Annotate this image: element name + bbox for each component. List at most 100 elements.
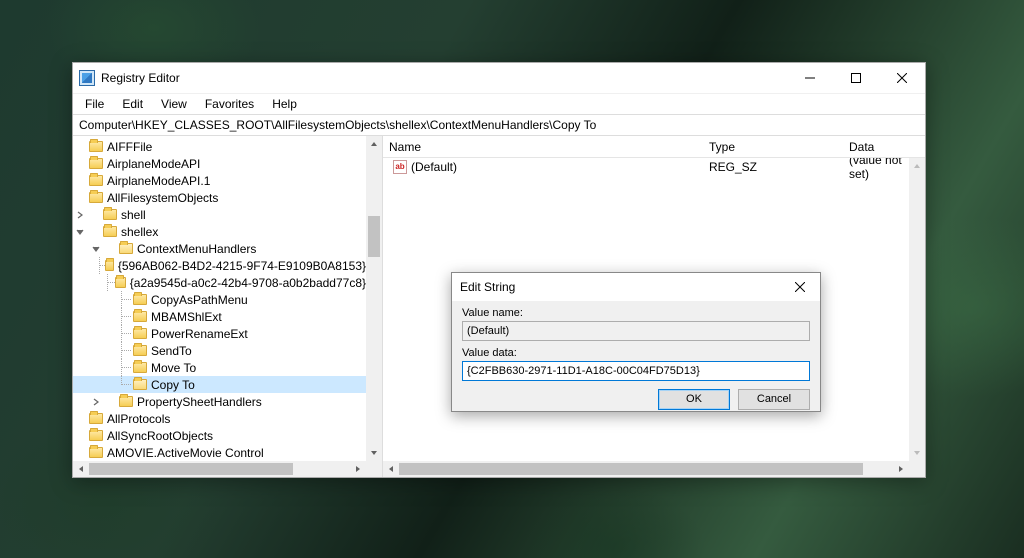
scroll-thumb[interactable] — [89, 463, 293, 475]
address-bar — [73, 114, 925, 136]
value-type: REG_SZ — [703, 160, 843, 174]
tree-item-copyto[interactable]: Copy To — [73, 376, 366, 393]
menu-favorites[interactable]: Favorites — [197, 95, 262, 113]
folder-icon — [115, 277, 125, 288]
scroll-up-button[interactable] — [366, 136, 382, 152]
scroll-up-button[interactable] — [909, 158, 925, 174]
tree-label: AirplaneModeAPI — [107, 157, 200, 171]
minimize-button[interactable] — [787, 63, 833, 93]
folder-icon — [133, 362, 147, 373]
tree-item-copyaspathmenu[interactable]: CopyAsPathMenu — [73, 291, 366, 308]
scroll-thumb[interactable] — [399, 463, 863, 475]
column-name[interactable]: Name — [383, 140, 703, 154]
regedit-icon — [79, 70, 95, 86]
menu-edit[interactable]: Edit — [114, 95, 151, 113]
maximize-button[interactable] — [833, 63, 879, 93]
folder-icon — [103, 209, 117, 220]
tree-label: shellex — [121, 225, 158, 239]
column-data[interactable]: Data — [843, 140, 925, 154]
column-type[interactable]: Type — [703, 140, 843, 154]
scroll-right-button[interactable] — [350, 461, 366, 477]
tree-label: PowerRenameExt — [151, 327, 248, 341]
tree-horizontal-scrollbar[interactable] — [73, 461, 366, 477]
edit-string-dialog: Edit String Value name: (Default) Value … — [451, 272, 821, 412]
scroll-left-button[interactable] — [383, 461, 399, 477]
tree-item-airplanemodeapi[interactable]: AirplaneModeAPI — [73, 155, 366, 172]
list-header: Name Type Data — [383, 136, 925, 158]
tree-label: shell — [121, 208, 146, 222]
value-row-default[interactable]: (Default) REG_SZ (value not set) — [383, 158, 909, 176]
tree-label: PropertySheetHandlers — [137, 395, 262, 409]
tree-item-allfilesystemobjects[interactable]: AllFilesystemObjects — [73, 189, 366, 206]
registry-editor-window: Registry Editor File Edit View Favorites… — [72, 62, 926, 478]
folder-icon — [89, 192, 103, 203]
tree-label: Move To — [151, 361, 196, 375]
tree-pane: AIFFFile AirplaneModeAPI AirplaneModeAPI… — [73, 136, 383, 477]
menu-view[interactable]: View — [153, 95, 195, 113]
tree-item-powerrenameext[interactable]: PowerRenameExt — [73, 325, 366, 342]
window-title: Registry Editor — [101, 71, 180, 85]
folder-icon — [89, 175, 103, 186]
folder-icon — [133, 379, 147, 390]
scroll-right-button[interactable] — [893, 461, 909, 477]
tree-item-propertysheethandlers[interactable]: PropertySheetHandlers — [73, 393, 366, 410]
tree-label: ContextMenuHandlers — [137, 242, 256, 256]
tree-label: AIFFFile — [107, 140, 152, 154]
expand-icon[interactable] — [89, 395, 103, 409]
tree-item-aifffile[interactable]: AIFFFile — [73, 138, 366, 155]
value-name: (Default) — [411, 160, 457, 174]
tree-label: AllProtocols — [107, 412, 170, 426]
scroll-down-button[interactable] — [909, 445, 925, 461]
tree-item-mbamshlext[interactable]: MBAMShlExt — [73, 308, 366, 325]
tree-item-amovie1[interactable]: AMOVIE.ActiveMovie Control — [73, 444, 366, 461]
dialog-close-button[interactable] — [780, 273, 820, 301]
list-horizontal-scrollbar[interactable] — [383, 461, 909, 477]
scroll-thumb[interactable] — [368, 216, 380, 257]
scroll-down-button[interactable] — [366, 445, 382, 461]
cancel-button[interactable]: Cancel — [738, 389, 810, 410]
tree-item-airplanemodeapi1[interactable]: AirplaneModeAPI.1 — [73, 172, 366, 189]
folder-icon — [105, 260, 113, 271]
folder-icon — [89, 430, 103, 441]
value-name-label: Value name: — [462, 307, 810, 319]
value-data-field[interactable] — [462, 361, 810, 381]
folder-icon — [89, 447, 103, 458]
menu-help[interactable]: Help — [264, 95, 305, 113]
tree[interactable]: AIFFFile AirplaneModeAPI AirplaneModeAPI… — [73, 136, 366, 477]
folder-icon — [89, 158, 103, 169]
expand-icon[interactable] — [73, 208, 87, 222]
scroll-left-button[interactable] — [73, 461, 89, 477]
tree-label: Copy To — [151, 378, 195, 392]
dialog-titlebar[interactable]: Edit String — [452, 273, 820, 301]
tree-label: SendTo — [151, 344, 192, 358]
tree-item-allsyncrootobjects[interactable]: AllSyncRootObjects — [73, 427, 366, 444]
tree-item-contextmenuhandlers[interactable]: ContextMenuHandlers — [73, 240, 366, 257]
menubar: File Edit View Favorites Help — [73, 93, 925, 114]
tree-item-sendto[interactable]: SendTo — [73, 342, 366, 359]
ok-button[interactable]: OK — [658, 389, 730, 410]
close-button[interactable] — [879, 63, 925, 93]
value-name-field: (Default) — [462, 321, 810, 341]
folder-icon — [133, 345, 147, 356]
titlebar[interactable]: Registry Editor — [73, 63, 925, 93]
collapse-icon[interactable] — [73, 225, 87, 239]
tree-label: {a2a9545d-a0c2-42b4-9708-a0b2badd77c8} — [130, 276, 366, 290]
menu-file[interactable]: File — [77, 95, 112, 113]
tree-vertical-scrollbar[interactable] — [366, 136, 382, 461]
tree-item-shell[interactable]: shell — [73, 206, 366, 223]
tree-item-allprotocols[interactable]: AllProtocols — [73, 410, 366, 427]
tree-label: CopyAsPathMenu — [151, 293, 248, 307]
tree-item-guid2[interactable]: {a2a9545d-a0c2-42b4-9708-a0b2badd77c8} — [73, 274, 366, 291]
address-input[interactable] — [77, 117, 921, 133]
list-vertical-scrollbar[interactable] — [909, 158, 925, 461]
collapse-icon[interactable] — [89, 242, 103, 256]
tree-item-moveto[interactable]: Move To — [73, 359, 366, 376]
folder-icon — [89, 141, 103, 152]
tree-item-shellex[interactable]: shellex — [73, 223, 366, 240]
value-data: (value not set) — [843, 158, 909, 181]
tree-label: {596AB062-B4D2-4215-9F74-E9109B0A8153} — [118, 259, 366, 273]
folder-icon — [119, 243, 133, 254]
tree-label: MBAMShlExt — [151, 310, 222, 324]
tree-item-guid1[interactable]: {596AB062-B4D2-4215-9F74-E9109B0A8153} — [73, 257, 366, 274]
folder-icon — [133, 294, 147, 305]
